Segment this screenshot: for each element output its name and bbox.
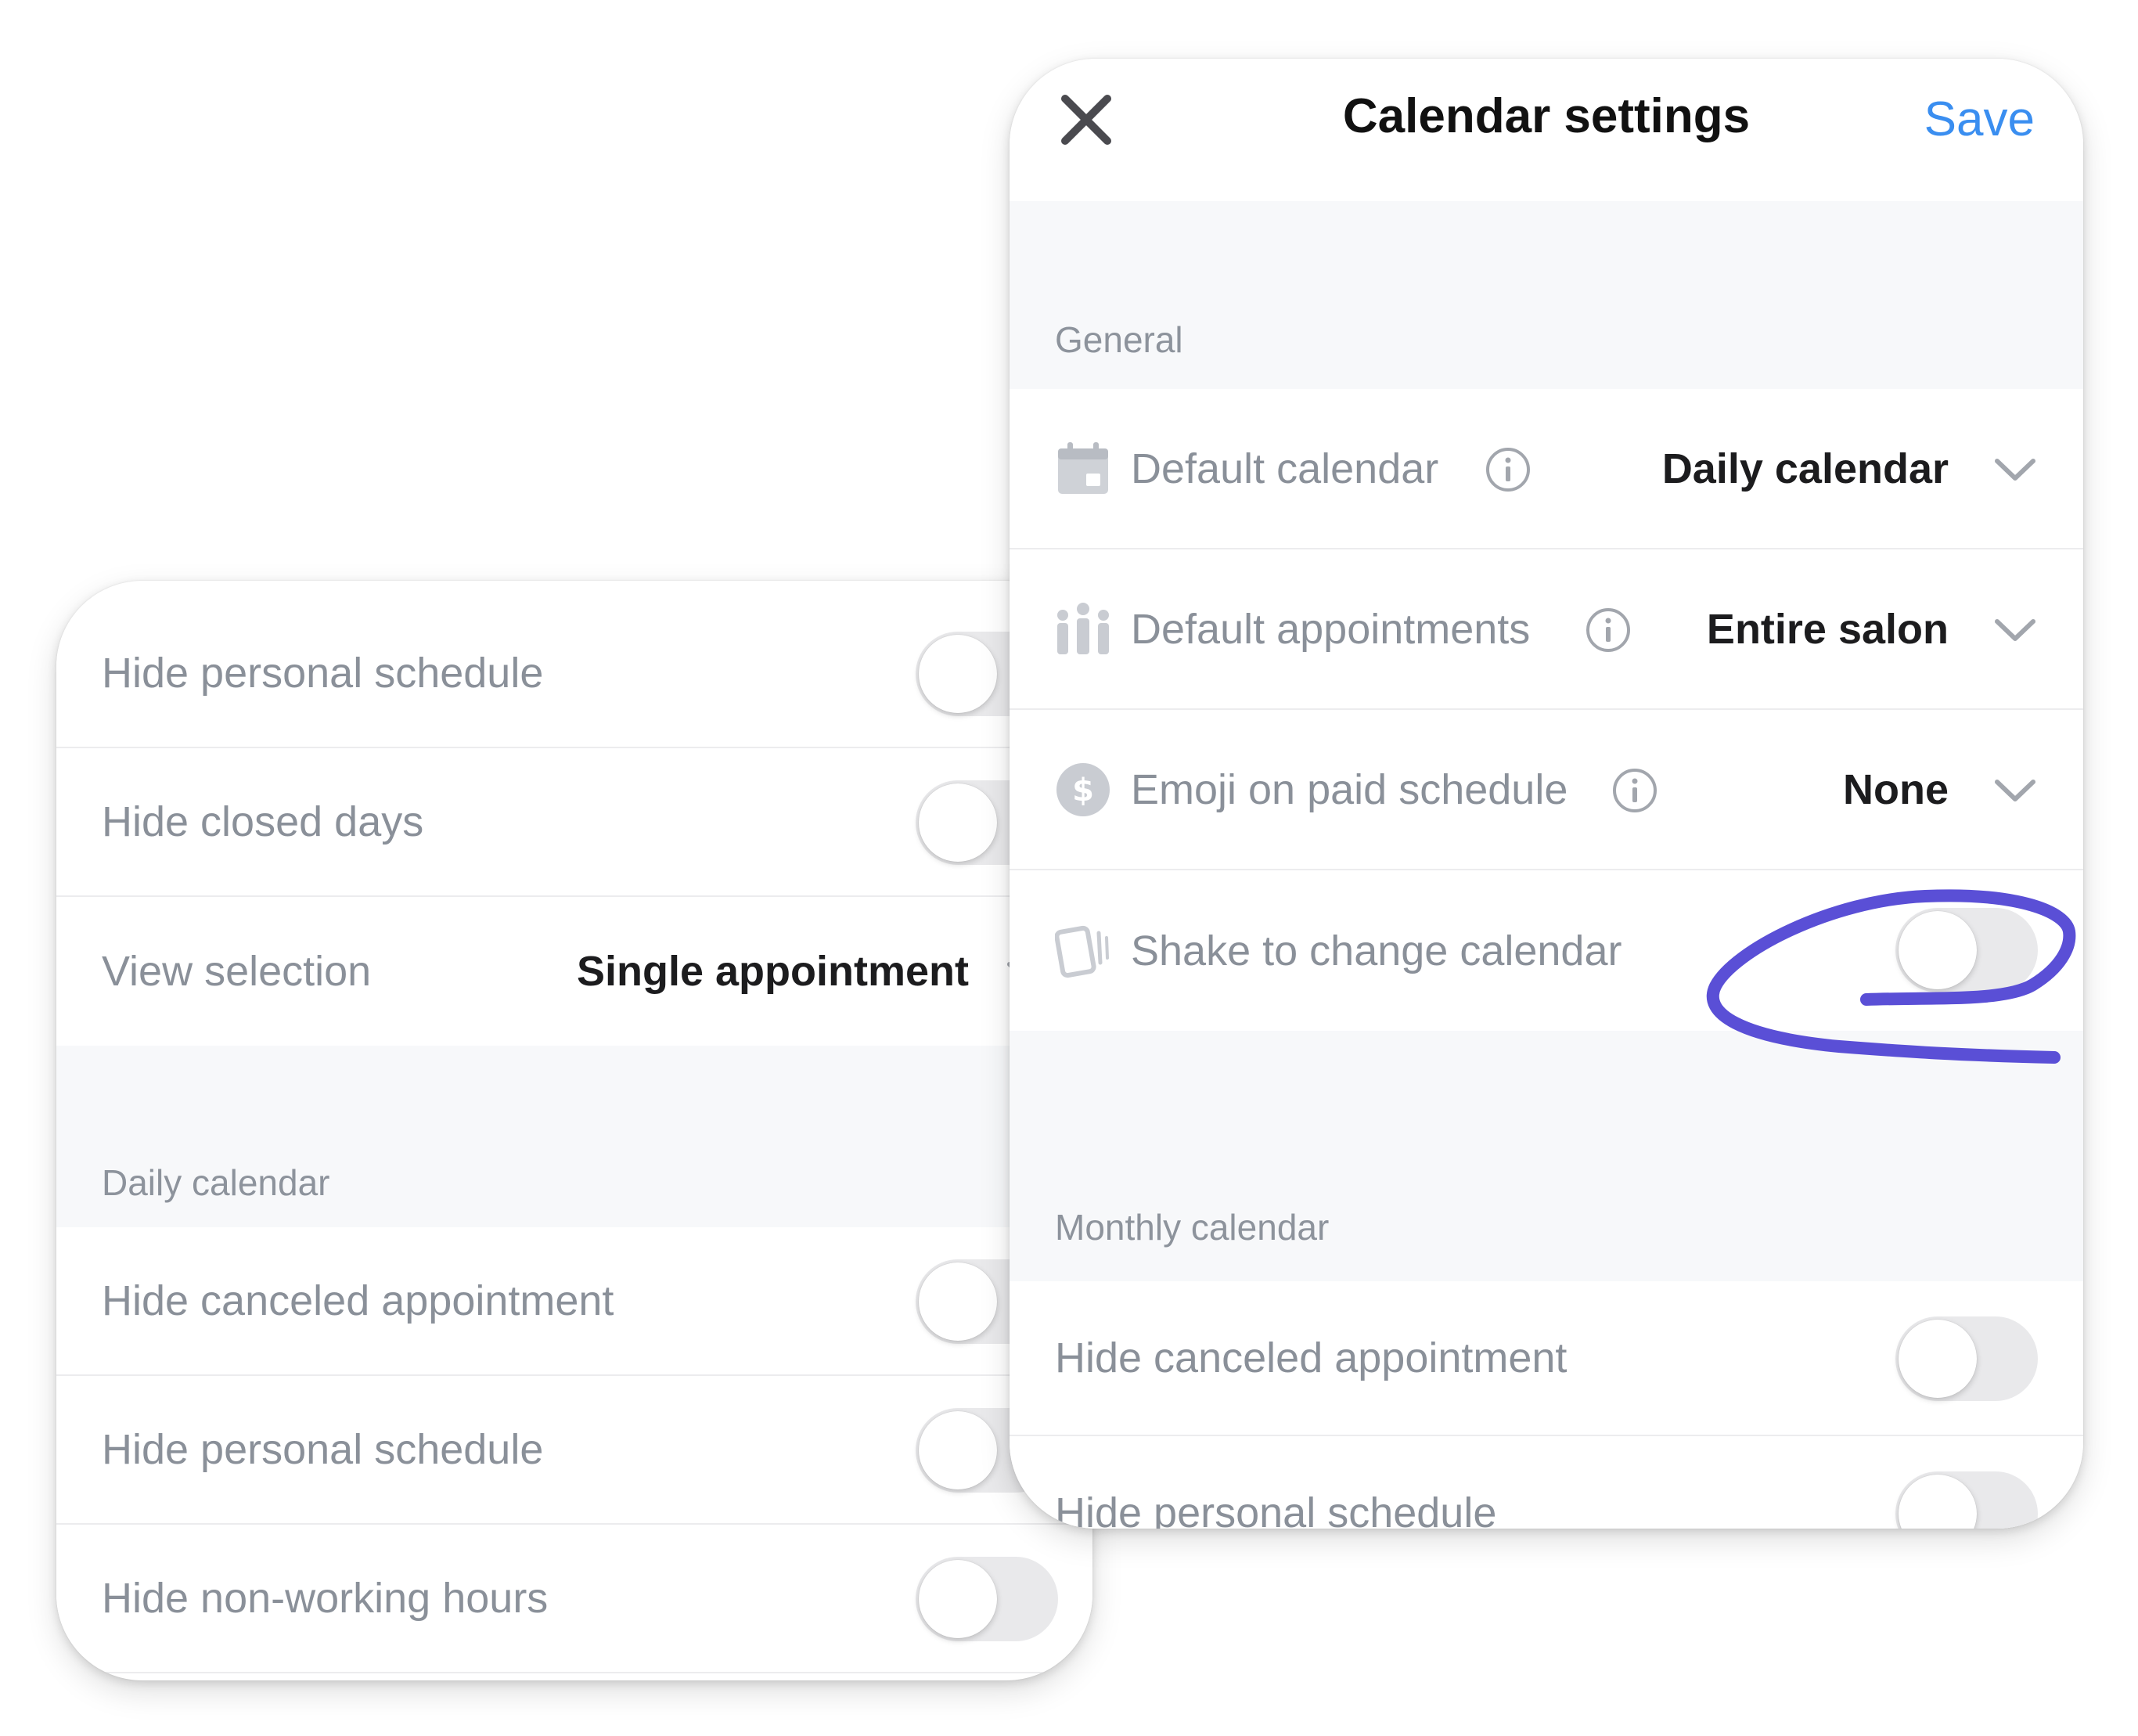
modal-header: Calendar settings Save [1010,59,2083,201]
save-button[interactable]: Save [1924,92,2035,147]
people-icon [1057,603,1109,654]
info-icon[interactable] [1485,447,1531,492]
settings-row: Hide personal schedule [1010,1436,2083,1529]
emoji-paid-schedule-row[interactable]: $ Emoji on paid schedule None [1010,710,2083,870]
row-label: Hide personal schedule [102,1426,544,1473]
settings-row: Hide canceled appointment [56,1227,1092,1376]
toggle-knob [1899,911,1977,989]
default-calendar-value: Daily calendar [1661,445,1949,492]
toggle-switch[interactable] [1895,908,2038,992]
calendar-icon [1058,442,1108,494]
settings-row: Hide canceled appointment [1010,1281,2083,1436]
info-icon[interactable] [1586,607,1631,653]
row-label: Default appointments [1131,605,1531,653]
dollar-icon: $ [1056,763,1110,816]
chevron-down-icon [1995,619,2035,641]
row-label: Hide personal schedule [1055,1489,1497,1529]
toggle-knob [1899,1320,1977,1398]
row-label: View selection [102,948,372,995]
toggle-knob [919,783,997,862]
calendar-settings-panel: Calendar settings Save General Default c… [1010,59,2083,1529]
toggle-switch[interactable] [1895,1316,2038,1401]
section-header: Daily calendar [56,1046,1092,1227]
emoji-paid-schedule-value: None [1843,765,1949,813]
row-label: Hide canceled appointment [1055,1334,1568,1381]
toggle-knob [919,1262,997,1341]
settings-row: Hide personal schedule [56,600,1092,748]
row-label: Hide personal schedule [102,650,544,697]
toggle-knob [919,635,997,713]
settings-row: Hide closed days [56,748,1092,897]
row-label: Default calendar [1131,445,1439,492]
settings-row: Hide non-working hours [56,1525,1092,1673]
section-title: General [1055,319,1183,360]
toggle-knob [1899,1475,1977,1529]
row-label: Hide closed days [102,798,424,845]
svg-text:$: $ [1072,773,1094,809]
view-selection-value: Single appointment [576,948,969,995]
row-label: Shake to change calendar [1131,927,1622,974]
info-icon[interactable] [1612,768,1657,813]
settings-row: Hide personal schedule [56,1376,1092,1525]
section-title: Daily calendar [102,1162,330,1203]
chevron-down-icon [1995,459,2035,481]
section-header: Monthly calendar [1010,1031,2083,1281]
page-title: Calendar settings [1342,89,1751,143]
section-header: General [1010,201,2083,389]
default-appointments-row[interactable]: Default appointments Entire salon [1010,549,2083,710]
toggle-switch[interactable] [1895,1471,2038,1529]
default-calendar-row[interactable]: Default calendar Daily calendar [1010,389,2083,549]
section-title: Monthly calendar [1055,1207,1330,1248]
default-appointments-value: Entire salon [1706,605,1949,653]
view-selection-row[interactable]: View selection Single appointment [56,897,1092,1046]
row-label: Hide canceled appointment [102,1277,614,1324]
row-label: Hide non-working hours [102,1575,549,1622]
toggle-knob [919,1560,997,1638]
toggle-switch[interactable] [916,1557,1058,1641]
toggle-knob [919,1411,997,1489]
back-settings-panel: Hide personal schedule Hide closed days … [56,581,1092,1680]
row-label: Emoji on paid schedule [1131,765,1568,813]
shake-phone-icon [1055,925,1109,978]
chevron-down-icon [1995,780,2035,801]
shake-change-calendar-row: Shake to change calendar [1010,870,2083,1031]
